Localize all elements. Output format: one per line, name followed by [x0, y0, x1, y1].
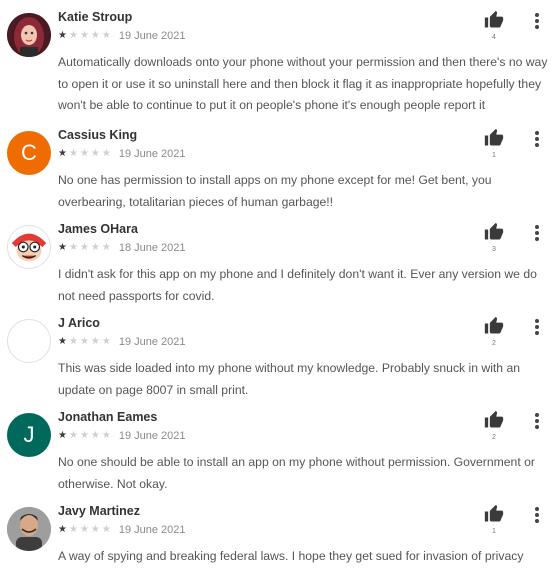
star-icon: ★: [90, 336, 100, 347]
star-icon: ★: [58, 336, 67, 347]
thumbs-up-icon[interactable]: [483, 222, 505, 242]
star-icon: ★: [101, 524, 111, 535]
review-text: I didn't ask for this app on my phone an…: [58, 267, 537, 303]
star-icon: ★: [68, 430, 78, 441]
reviewer-name: J Arico: [58, 316, 100, 330]
star-icon: ★: [58, 242, 67, 253]
more-vert-icon[interactable]: [532, 506, 542, 524]
avatar-initial: J: [23, 422, 35, 447]
avatar-initial: C: [21, 140, 37, 165]
review-meta: ★ ★ ★ ★ ★ 19 June 2021: [58, 148, 186, 160]
star-icon: ★: [68, 524, 78, 535]
reviewer-name: Jonathan Eames: [58, 410, 158, 424]
star-icon: ★: [90, 30, 100, 41]
like-count: 3: [492, 246, 496, 253]
review-meta: ★ ★ ★ ★ ★ 19 June 2021: [58, 524, 186, 536]
avatar[interactable]: J: [7, 413, 51, 457]
thumbs-up-icon[interactable]: [483, 316, 505, 336]
review-text: A way of spying and breaking federal law…: [58, 549, 524, 563]
star-icon: ★: [101, 148, 111, 159]
avatar[interactable]: [7, 507, 51, 551]
star-icon: ★: [58, 524, 67, 535]
star-icon: ★: [58, 30, 67, 41]
star-icon: ★: [68, 30, 78, 41]
review-meta: ★ ★ ★ ★ ★ 19 June 2021: [58, 430, 186, 442]
star-icon: ★: [90, 524, 100, 535]
reviewer-name: Cassius King: [58, 128, 138, 142]
review-text: No one has permission to install apps on…: [58, 173, 492, 209]
avatar[interactable]: C: [7, 131, 51, 175]
star-icon: ★: [90, 148, 100, 159]
review-date: 19 June 2021: [118, 336, 186, 348]
star-icon: ★: [58, 148, 67, 159]
review-meta: ★ ★ ★ ★ ★ 19 June 2021: [58, 30, 186, 42]
review-date: 19 June 2021: [118, 430, 186, 442]
star-icon: ★: [79, 242, 89, 253]
review-meta: ★ ★ ★ ★ ★ 18 June 2021: [58, 242, 186, 254]
star-icon: ★: [68, 242, 78, 253]
more-vert-icon[interactable]: [532, 412, 542, 430]
star-icon: ★: [68, 148, 78, 159]
review-date: 19 June 2021: [118, 148, 186, 160]
like-count: 1: [492, 152, 496, 159]
like-count: 4: [492, 34, 496, 41]
review-text: Automatically downloads onto your phone …: [58, 55, 548, 112]
reviewer-name: Javy Martinez: [58, 504, 140, 518]
star-icon: ★: [101, 242, 111, 253]
star-rating: ★ ★ ★ ★ ★: [58, 431, 113, 441]
star-icon: ★: [101, 336, 111, 347]
star-rating: ★ ★ ★ ★ ★: [58, 31, 113, 41]
like-count: 2: [492, 434, 496, 441]
like-count: 2: [492, 340, 496, 347]
star-icon: ★: [79, 148, 89, 159]
star-rating: ★ ★ ★ ★ ★: [58, 525, 113, 535]
like-count: 1: [492, 528, 496, 535]
star-icon: ★: [101, 30, 111, 41]
review-text: This was side loaded into my phone witho…: [58, 361, 521, 397]
star-rating: ★ ★ ★ ★ ★: [58, 149, 113, 159]
reviewer-name: James OHara: [58, 222, 138, 236]
more-vert-icon[interactable]: [532, 224, 542, 242]
reviewer-name: Katie Stroup: [58, 10, 133, 24]
review-date: 19 June 2021: [118, 30, 186, 42]
review-meta: ★ ★ ★ ★ ★ 19 June 2021: [58, 336, 186, 348]
more-vert-icon[interactable]: [532, 12, 542, 30]
thumbs-up-icon[interactable]: [483, 128, 505, 148]
avatar[interactable]: [7, 13, 51, 57]
review-text: No one should be able to install an app …: [58, 455, 535, 491]
avatar[interactable]: [7, 225, 51, 269]
star-icon: ★: [90, 242, 100, 253]
star-rating: ★ ★ ★ ★ ★: [58, 243, 113, 253]
star-icon: ★: [90, 430, 100, 441]
more-vert-icon[interactable]: [532, 318, 542, 336]
review-date: 19 June 2021: [118, 524, 186, 536]
star-icon: ★: [79, 524, 89, 535]
review-date: 18 June 2021: [118, 242, 186, 254]
star-icon: ★: [68, 336, 78, 347]
thumbs-up-icon[interactable]: [483, 10, 505, 30]
star-icon: ★: [79, 30, 89, 41]
more-vert-icon[interactable]: [532, 130, 542, 148]
star-icon: ★: [79, 430, 89, 441]
thumbs-up-icon[interactable]: [483, 504, 505, 524]
star-icon: ★: [79, 336, 89, 347]
star-icon: ★: [58, 430, 67, 441]
star-icon: ★: [101, 430, 111, 441]
thumbs-up-icon[interactable]: [483, 410, 505, 430]
star-rating: ★ ★ ★ ★ ★: [58, 337, 113, 347]
avatar[interactable]: [7, 319, 51, 363]
